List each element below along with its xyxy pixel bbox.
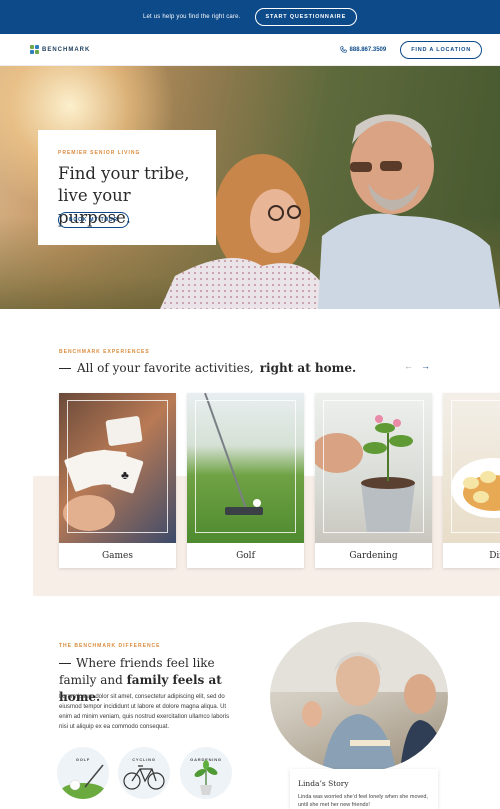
- linda-photo: [270, 622, 448, 772]
- brand-logo[interactable]: BENCHMARK: [30, 45, 90, 54]
- difference-eyebrow: THE BENCHMARK DIFFERENCE: [59, 643, 161, 649]
- story-body: Linda was worried she’d feel lonely when…: [298, 794, 428, 808]
- difference-body: Lorem ipsum dolor sit amet, consectetur …: [59, 694, 230, 730]
- top-banner: Let us help you find the right care. STA…: [0, 0, 500, 34]
- bicycle-icon: [123, 765, 165, 790]
- phone-link[interactable]: 888.867.3509: [339, 46, 387, 53]
- golf-tile[interactable]: GOLF: [57, 747, 109, 799]
- gardening-tile[interactable]: GARDENING: [180, 747, 232, 799]
- experiences-eyebrow: BENCHMARK EXPERIENCES: [59, 349, 150, 355]
- hero-card: PREMIER SENIOR LIVING Find your tribe, l…: [38, 130, 216, 245]
- activity-card-golf[interactable]: Golf: [187, 393, 304, 568]
- carousel-prev-button[interactable]: ←: [404, 361, 413, 371]
- hero-eyebrow: PREMIER SENIOR LIVING: [58, 150, 141, 156]
- activity-label: Golf: [236, 550, 255, 561]
- activity-card-games[interactable]: ♣ Games: [59, 393, 176, 568]
- plant-icon: [194, 760, 218, 795]
- activity-label: Dinin: [489, 550, 500, 561]
- site-header: BENCHMARK 888.867.3509 FIND A LOCATION: [0, 34, 500, 66]
- cycling-tile[interactable]: CYCLING: [118, 747, 170, 799]
- phone-icon: [339, 46, 347, 53]
- logo-mark-icon: [30, 45, 39, 54]
- games-photo: ♣: [59, 393, 176, 543]
- activity-label: Gardening: [349, 550, 398, 561]
- gardening-photo: [315, 393, 432, 543]
- find-location-button[interactable]: FIND A LOCATION: [400, 40, 482, 59]
- story-card[interactable]: Linda’s Story Linda was worried she’d fe…: [290, 769, 438, 809]
- experiences-title: All of your favorite activities, right a…: [59, 361, 356, 375]
- book-tour-button[interactable]: BOOK MY TOUR: [58, 212, 129, 228]
- golf-icon: [61, 764, 105, 799]
- dining-photo: [443, 393, 500, 543]
- golf-photo: [187, 393, 304, 543]
- activity-label: Games: [101, 550, 134, 561]
- brand-name: BENCHMARK: [42, 46, 91, 53]
- start-questionnaire-button[interactable]: START QUESTIONNAIRE: [254, 8, 358, 26]
- activity-card-dining[interactable]: Dinin: [443, 393, 500, 568]
- phone-number: 888.867.3509: [349, 46, 387, 53]
- carousel-next-button[interactable]: →: [421, 361, 430, 371]
- hero-section: PREMIER SENIOR LIVING Find your tribe, l…: [0, 66, 500, 309]
- activity-card-gardening[interactable]: Gardening: [315, 393, 432, 568]
- banner-text: Let us help you find the right care.: [142, 14, 241, 20]
- story-title: Linda’s Story: [298, 779, 349, 788]
